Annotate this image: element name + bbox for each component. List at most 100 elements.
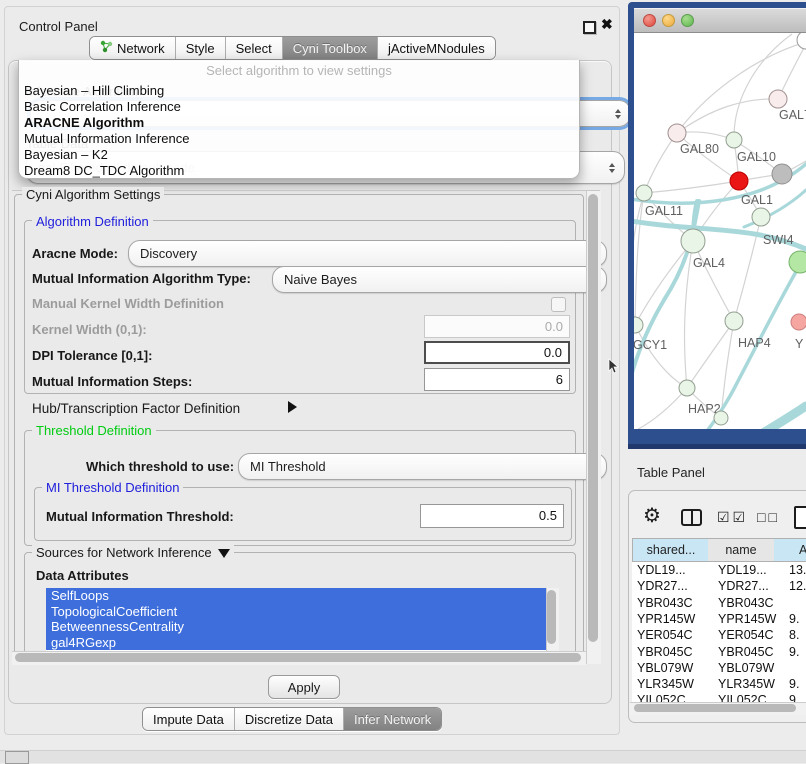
algorithm-option-dream8-dc-tdc-algorithm[interactable]: Dream8 DC_TDC Algorithm bbox=[19, 163, 579, 179]
table-cell: YER054C bbox=[718, 627, 774, 643]
deselect-all-icon[interactable]: □□ bbox=[757, 509, 780, 525]
algorithm-dropdown-popup: Select algorithm to view settings Bayesi… bbox=[18, 60, 580, 179]
network-edge[interactable] bbox=[693, 241, 734, 321]
table-row[interactable]: YPR145WYPR145W9. bbox=[632, 611, 806, 627]
aracne-mode-label: Aracne Mode: bbox=[32, 246, 118, 261]
algorithm-option-basic-correlation-inference[interactable]: Basic Correlation Inference bbox=[19, 99, 579, 115]
network-node[interactable] bbox=[772, 164, 792, 184]
table-row[interactable]: YDL19...YDL19...13. bbox=[632, 562, 806, 578]
minimize-traffic-light[interactable] bbox=[662, 14, 675, 27]
network-node-hap4[interactable] bbox=[725, 312, 743, 330]
tab-discretize-data[interactable]: Discretize Data bbox=[235, 708, 344, 730]
network-window-titlebar[interactable] bbox=[634, 8, 806, 33]
table-cell: 9. bbox=[789, 692, 799, 702]
network-edge[interactable] bbox=[644, 133, 677, 193]
aracne-mode-select[interactable]: Discovery bbox=[128, 240, 607, 267]
gear-icon[interactable]: ⚙ bbox=[643, 503, 661, 528]
tab-label: Cyni Toolbox bbox=[293, 41, 367, 56]
close-icon[interactable]: ✖ bbox=[601, 16, 613, 33]
attribute-item-topologicalcoefficient[interactable]: TopologicalCoefficient bbox=[46, 604, 546, 620]
network-node-gal11[interactable] bbox=[636, 185, 652, 201]
tab-impute-data[interactable]: Impute Data bbox=[143, 708, 235, 730]
tab-select[interactable]: Select bbox=[226, 37, 283, 59]
network-node-gal1[interactable] bbox=[730, 172, 748, 190]
network-canvas[interactable]: GAL7GAL80GAL10GAL1GAL11SWI4GAL4GCY1HAP4Y… bbox=[634, 33, 806, 429]
network-edge[interactable] bbox=[644, 181, 739, 193]
tab-jactivemnodules[interactable]: jActiveMNodules bbox=[378, 37, 495, 59]
apply-button[interactable]: Apply bbox=[268, 675, 340, 699]
sources-title[interactable]: Sources for Network Inference bbox=[32, 545, 234, 560]
table-row[interactable]: YDR27...YDR27...12. bbox=[632, 578, 806, 594]
table-row[interactable]: YIL052CYIL052C9. bbox=[632, 692, 806, 702]
manual-kernel-checkbox[interactable] bbox=[551, 297, 566, 312]
table-row[interactable]: YLR345WYLR345W9. bbox=[632, 676, 806, 692]
table-cell: YBR043C bbox=[718, 595, 774, 611]
network-node-y[interactable] bbox=[791, 314, 806, 330]
table-row[interactable]: YBL079WYBL079W bbox=[632, 660, 806, 676]
expand-arrow-icon[interactable] bbox=[288, 401, 297, 413]
zoom-traffic-light[interactable] bbox=[681, 14, 694, 27]
network-edge[interactable] bbox=[687, 321, 734, 388]
network-edge-highlighted[interactable] bbox=[758, 406, 806, 429]
tab-cyni-toolbox[interactable]: Cyni Toolbox bbox=[283, 37, 378, 59]
dpi-tolerance-field[interactable]: 0.0 bbox=[424, 341, 570, 364]
tab-network[interactable]: Network bbox=[90, 37, 176, 59]
bottom-left-icon[interactable] bbox=[5, 751, 29, 764]
column-header-shared-[interactable]: shared... bbox=[632, 538, 710, 562]
network-node-gal10[interactable] bbox=[726, 132, 742, 148]
table-row[interactable]: YBR043CYBR043C bbox=[632, 595, 806, 611]
which-threshold-select[interactable]: MI Threshold bbox=[238, 453, 607, 480]
mi-type-select[interactable]: Naive Bayes bbox=[272, 266, 607, 293]
settings-vscrollbar-thumb[interactable] bbox=[588, 194, 598, 642]
tab-style[interactable]: Style bbox=[176, 37, 226, 59]
which-threshold-label: Which threshold to use: bbox=[86, 459, 234, 474]
column-header-name[interactable]: name bbox=[708, 538, 775, 562]
algorithm-option-mutual-information-inference[interactable]: Mutual Information Inference bbox=[19, 131, 579, 147]
mi-threshold-group-title: MI Threshold Definition bbox=[42, 480, 183, 495]
cyni-mode-tab-bar: Impute Data Discretize Data Infer Network bbox=[142, 707, 442, 731]
algorithm-option-bayesian-k2[interactable]: Bayesian – K2 bbox=[19, 147, 579, 163]
network-window-shadow bbox=[628, 444, 806, 449]
settings-hscrollbar-thumb[interactable] bbox=[15, 653, 581, 662]
network-edge[interactable] bbox=[635, 241, 693, 325]
tab-infer-network[interactable]: Infer Network bbox=[344, 708, 441, 730]
network-node[interactable] bbox=[789, 251, 806, 273]
mi-steps-field[interactable]: 6 bbox=[424, 368, 570, 391]
mi-threshold-field[interactable]: 0.5 bbox=[420, 504, 564, 528]
dpi-tolerance-label: DPI Tolerance [0,1]: bbox=[32, 348, 152, 363]
network-node[interactable] bbox=[714, 411, 728, 425]
node-label: Y bbox=[795, 337, 804, 351]
table-row[interactable]: YBR045CYBR045C9. bbox=[632, 644, 806, 660]
new-table-icon[interactable] bbox=[794, 506, 806, 529]
network-node-swi4[interactable] bbox=[752, 208, 770, 226]
network-edge[interactable] bbox=[634, 388, 687, 429]
table-hscrollbar-thumb[interactable] bbox=[634, 704, 796, 712]
algorithm-option-aracne-algorithm[interactable]: ARACNE Algorithm bbox=[19, 115, 579, 131]
float-window-icon[interactable] bbox=[583, 21, 596, 34]
column-header-a[interactable]: A bbox=[774, 538, 806, 562]
network-node-hap2[interactable] bbox=[679, 380, 695, 396]
network-node-gcy1[interactable] bbox=[634, 317, 643, 333]
network-node-gal7[interactable] bbox=[769, 90, 787, 108]
table-row[interactable]: YER054CYER054C8. bbox=[632, 627, 806, 643]
network-node-gal4[interactable] bbox=[681, 229, 705, 253]
network-edge[interactable] bbox=[677, 99, 778, 133]
attributes-scrollbar-thumb[interactable] bbox=[547, 590, 556, 644]
columns-icon[interactable] bbox=[681, 509, 702, 526]
network-edge[interactable] bbox=[685, 241, 693, 388]
select-all-icon[interactable]: ☑☑ bbox=[717, 509, 748, 526]
network-edge[interactable] bbox=[635, 325, 687, 388]
kernel-width-field[interactable]: 0.0 bbox=[424, 315, 570, 338]
attribute-item-gal4rgexp[interactable]: gal4RGexp bbox=[46, 635, 546, 651]
network-edge[interactable] bbox=[635, 193, 644, 325]
hub-definition-label[interactable]: Hub/Transcription Factor Definition bbox=[32, 401, 240, 416]
network-node-gal80[interactable] bbox=[668, 124, 686, 142]
close-traffic-light[interactable] bbox=[643, 14, 656, 27]
attribute-item-betweennesscentrality[interactable]: BetweennessCentrality bbox=[46, 619, 546, 635]
algorithm-option-bayesian-hill-climbing[interactable]: Bayesian – Hill Climbing bbox=[19, 83, 579, 99]
network-node[interactable] bbox=[797, 33, 806, 49]
algorithm-definition-title: Algorithm Definition bbox=[32, 214, 153, 229]
attribute-item-selfloops[interactable]: SelfLoops bbox=[46, 588, 546, 604]
tab-label: Select bbox=[236, 41, 272, 56]
tab-label: Discretize Data bbox=[245, 712, 333, 727]
